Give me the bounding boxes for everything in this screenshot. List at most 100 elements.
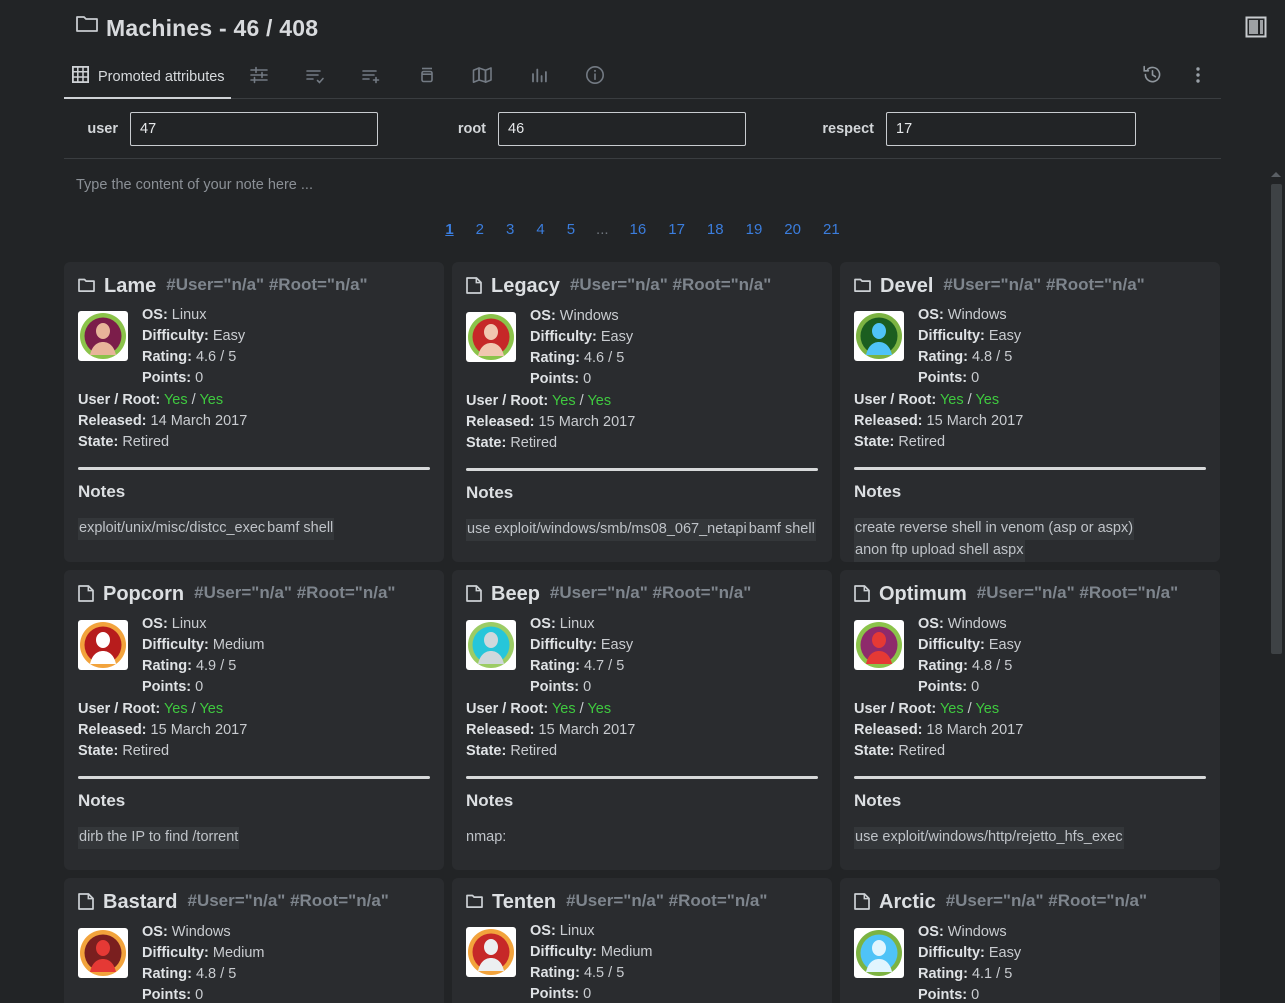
fact-rating: Rating: 4.6 / 5 [530,348,633,369]
pagination-page-1[interactable]: 1 [434,221,464,238]
fact-difficulty: Difficulty: Easy [530,327,633,348]
toolbar-button-map[interactable] [455,57,511,97]
note-editor-placeholder[interactable]: Type the content of your note here ... [64,159,1221,193]
attribute-input-respect[interactable] [886,112,1136,146]
machine-card[interactable]: Bastard#User="n/a" #Root="n/a" OS: Window… [64,878,444,1003]
card-title: Arctic [879,890,936,915]
fact-difficulty: Difficulty: Easy [918,635,1021,656]
machine-card[interactable]: Legacy#User="n/a" #Root="n/a"OS: Windows… [452,262,832,562]
card-title: Lame [104,274,156,299]
card-title: Beep [491,582,540,607]
card-header: Bastard#User="n/a" #Root="n/a" [78,890,430,916]
fact-rating: Rating: 4.9 / 5 [142,656,264,677]
toolbar-button-list-check[interactable] [287,57,343,97]
machine-card[interactable]: Arctic#User="n/a" #Root="n/a" OS: Windows… [840,878,1220,1003]
machine-card[interactable]: Lame#User="n/a" #Root="n/a"OS: LinuxDiff… [64,262,444,562]
note-icon [854,585,870,608]
fact-difficulty: Difficulty: Medium [530,942,652,963]
pagination-page-20[interactable]: 20 [773,221,812,238]
sliders-filter-icon [249,65,269,90]
fact-state: State: Retired [854,432,1206,453]
fact-separator: / [192,701,196,717]
machine-card[interactable]: Beep#User="n/a" #Root="n/a"OS: LinuxDiff… [452,570,832,870]
card-title: Devel [880,274,933,299]
card-facts: OS: WindowsDifficulty: EasyRating: 4.1 /… [918,922,1021,1003]
attribute-label-root: root [378,121,498,137]
card-body: OS: WindowsDifficulty: MediumRating: 4.8… [78,922,430,1003]
attribute-input-user[interactable] [130,112,378,146]
fact-user-value: Yes [164,701,188,717]
pagination-page-17[interactable]: 17 [657,221,696,238]
scrollbar-thumb[interactable] [1271,184,1282,654]
pagination-page-16[interactable]: 16 [619,221,658,238]
fact-rating: Rating: 4.6 / 5 [142,347,245,368]
arctic-avatar [854,928,904,978]
note-line: anon ftp upload shell aspx [854,540,1025,562]
fact-released: Released: 15 March 2017 [78,720,430,741]
card-tags: #User="n/a" #Root="n/a" [977,582,1178,603]
toolbar-button-list-add[interactable] [343,57,399,97]
fact-user-value: Yes [552,393,576,409]
fact-points: Points: 0 [530,677,633,698]
history-clock-icon [1142,64,1163,90]
machine-card[interactable]: Optimum#User="n/a" #Root="n/a"OS: Window… [840,570,1220,870]
fact-state: State: Retired [466,741,818,762]
attribute-group-user: user [64,112,378,146]
card-header: Optimum#User="n/a" #Root="n/a" [854,582,1206,608]
fact-separator: / [968,701,972,717]
pagination-page-4[interactable]: 4 [525,221,555,238]
note-line: dirb the IP to find /torrent [78,827,239,849]
machine-card[interactable]: Popcorn#User="n/a" #Root="n/a"OS: LinuxD… [64,570,444,870]
card-tags: #User="n/a" #Root="n/a" [943,274,1144,295]
fact-state: State: Retired [78,432,430,453]
lame-avatar [78,311,128,361]
toolbar-button-database[interactable] [399,57,455,97]
toolbar-button-info[interactable] [567,57,623,97]
pagination-page-2[interactable]: 2 [465,221,495,238]
bastard-avatar [78,928,128,978]
toolbar-button-more-options[interactable] [1175,57,1221,97]
notes-heading: Notes [854,791,1206,811]
notes-heading: Notes [854,482,1206,502]
pagination-page-3[interactable]: 3 [495,221,525,238]
card-facts: OS: LinuxDifficulty: MediumRating: 4.5 /… [530,921,652,1003]
folder-icon [76,14,98,39]
card-body: OS: LinuxDifficulty: EasyRating: 4.6 / 5… [78,305,430,389]
fact-user-root: User / Root: Yes / Yes [854,699,1206,720]
panel-toggle-icon[interactable] [1245,16,1267,43]
fact-released: Released: 15 March 2017 [466,720,818,741]
pagination-page-19[interactable]: 19 [735,221,774,238]
toolbar-button-chart[interactable] [511,57,567,97]
pagination-page-5[interactable]: 5 [556,221,586,238]
vertical-scrollbar[interactable] [1269,168,1283,1003]
tab-label: Promoted attributes [98,69,225,85]
map-icon [472,65,493,90]
card-divider [78,776,430,779]
toolbar-button-attribute-filter[interactable] [231,57,287,97]
fact-user-root: User / Root: Yes / Yes [466,391,818,412]
fact-os: OS: Linux [142,305,245,326]
toolbar-button-history[interactable] [1129,57,1175,97]
card-title: Legacy [491,274,560,299]
machine-card[interactable]: Tenten#User="n/a" #Root="n/a"OS: LinuxDi… [452,878,832,1003]
fact-points: Points: 0 [142,677,264,698]
tab-promoted-attributes[interactable]: Promoted attributes [64,56,231,99]
pagination-page-18[interactable]: 18 [696,221,735,238]
card-facts: OS: LinuxDifficulty: EasyRating: 4.7 / 5… [530,614,633,698]
scroll-up-arrow-icon[interactable] [1271,172,1281,177]
machine-card[interactable]: Devel#User="n/a" #Root="n/a"OS: WindowsD… [840,262,1220,562]
card-title: Popcorn [103,582,184,607]
toolbar-right [1129,57,1221,97]
fact-root-value: Yes [587,393,611,409]
notes-heading: Notes [466,483,818,503]
fact-difficulty: Difficulty: Easy [918,943,1021,964]
card-header: Devel #User="n/a" #Root="n/a" [854,274,1206,299]
card-header: Arctic#User="n/a" #Root="n/a" [854,890,1206,916]
notes-heading: Notes [78,791,430,811]
attribute-input-root[interactable] [498,112,746,146]
card-body: OS: WindowsDifficulty: EasyRating: 4.6 /… [466,306,818,390]
fact-released: Released: 18 March 2017 [854,720,1206,741]
pagination-page-21[interactable]: 21 [812,221,851,238]
fact-difficulty: Difficulty: Easy [918,326,1021,347]
fact-separator: / [580,701,584,717]
